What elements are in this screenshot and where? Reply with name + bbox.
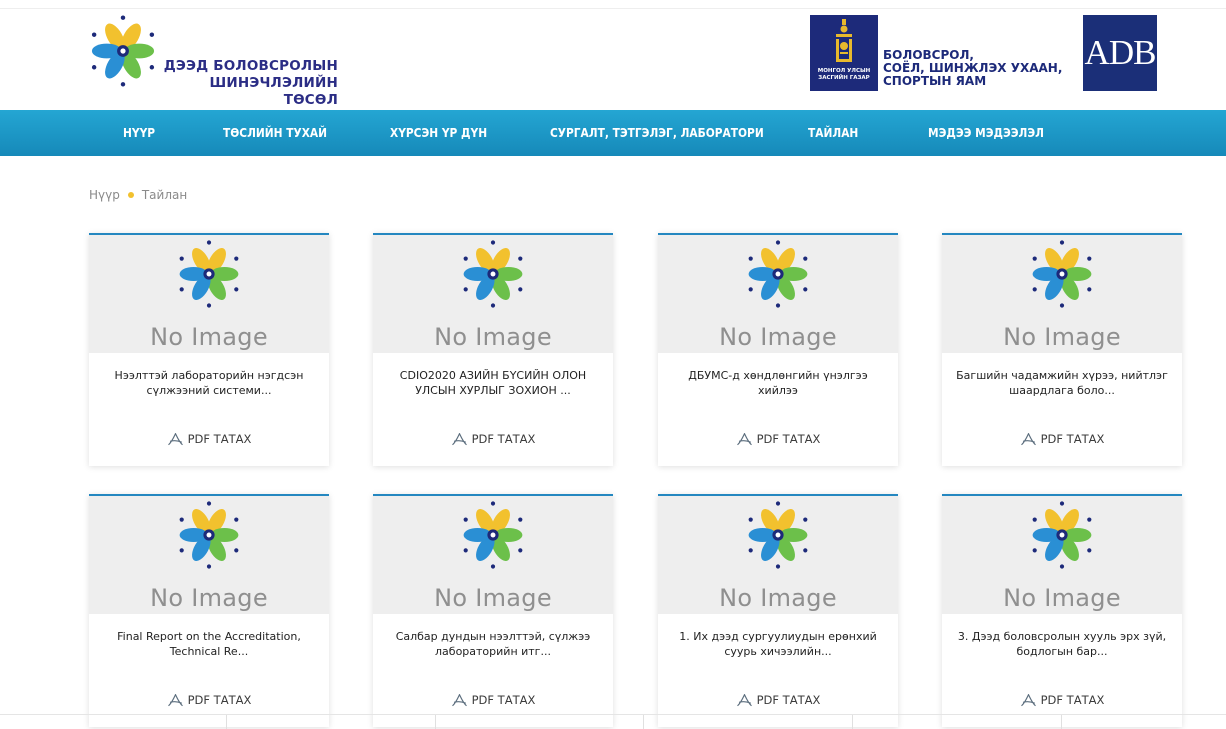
adb-logo[interactable]: ADB <box>1083 15 1157 91</box>
flower-placeholder-icon <box>179 501 239 569</box>
nav-item-training[interactable]: СУРГАЛТ, ТЭТГЭЛЭГ, ЛАБОРАТОРИ <box>550 110 764 156</box>
pdf-download-link[interactable]: PDF ТАТАХ <box>89 432 329 447</box>
card-thumbnail[interactable]: No Image <box>89 496 329 614</box>
report-card[interactable]: No Image CDIO2020 АЗИЙН БҮСИЙН ОЛОН УЛСЫ… <box>373 233 613 466</box>
government-caption-line2: ЗАСГИЙН ГАЗАР <box>818 75 870 81</box>
card-thumbnail[interactable]: No Image <box>89 235 329 353</box>
pdf-download-link[interactable]: PDF ТАТАХ <box>373 693 613 708</box>
no-image-label: No Image <box>434 584 552 612</box>
flower-placeholder-icon <box>1032 501 1092 569</box>
no-image-label: No Image <box>150 323 268 351</box>
nav-item-news[interactable]: МЭДЭЭ МЭДЭЭЛЭЛ <box>928 110 1044 156</box>
flower-placeholder-icon <box>748 501 808 569</box>
report-card[interactable]: No Image 1. Их дээд сургуулиудын ерөнхий… <box>658 494 898 727</box>
card-title[interactable]: Багшийн чадамжийн хүрээ, нийтлэг шаардла… <box>956 368 1168 402</box>
nav-item-results[interactable]: ХҮРСЭН ҮР ДҮН <box>390 110 487 156</box>
pdf-download-label: PDF ТАТАХ <box>471 432 536 446</box>
acrobat-pdf-icon <box>167 694 183 707</box>
acrobat-pdf-icon <box>167 433 183 446</box>
card-thumbnail[interactable]: No Image <box>373 496 613 614</box>
flower-placeholder-icon <box>463 501 523 569</box>
report-card[interactable]: No Image Нээлттэй лабораторийн нэгдсэн с… <box>89 233 329 466</box>
header-top-divider <box>0 8 1226 9</box>
breadcrumb: Нүүр Тайлан <box>89 188 187 202</box>
acrobat-pdf-icon <box>1020 433 1036 446</box>
footer-separator <box>852 715 853 729</box>
flower-placeholder-icon <box>748 240 808 308</box>
report-card[interactable]: No Image ДБУМС-д хөндлөнгийн үнэлгээ хий… <box>658 233 898 466</box>
acrobat-pdf-icon <box>1020 694 1036 707</box>
card-title[interactable]: Салбар дундын нээлттэй, сүлжээ лаборатор… <box>387 629 599 663</box>
breadcrumb-current: Тайлан <box>141 188 188 202</box>
flower-logo-icon[interactable] <box>86 14 160 88</box>
pdf-download-link[interactable]: PDF ТАТАХ <box>942 693 1182 708</box>
footer-separator <box>435 715 436 729</box>
no-image-label: No Image <box>150 584 268 612</box>
nav-item-reports[interactable]: ТАЙЛАН <box>808 110 858 156</box>
flower-placeholder-icon <box>463 240 523 308</box>
pdf-download-label: PDF ТАТАХ <box>1040 693 1105 707</box>
acrobat-pdf-icon <box>736 694 752 707</box>
soyombo-icon <box>836 19 852 62</box>
flower-placeholder-icon <box>179 240 239 308</box>
card-thumbnail[interactable]: No Image <box>942 235 1182 353</box>
nav-item-home[interactable]: НҮҮР <box>123 110 155 156</box>
card-thumbnail[interactable]: No Image <box>658 496 898 614</box>
acrobat-pdf-icon <box>736 433 752 446</box>
government-caption: МОНГОЛ УЛСЫН ЗАСГИЙН ГАЗАР <box>810 68 878 82</box>
project-name-line1: ДЭЭД БОЛОВСРОЛЫН <box>163 58 338 74</box>
pdf-download-link[interactable]: PDF ТАТАХ <box>658 693 898 708</box>
card-thumbnail[interactable]: No Image <box>658 235 898 353</box>
pdf-download-label: PDF ТАТАХ <box>187 693 252 707</box>
card-title[interactable]: Final Report on the Accreditation, Techn… <box>103 629 315 663</box>
report-card[interactable]: No Image 3. Дээд боловсролын хууль эрх з… <box>942 494 1182 727</box>
no-image-label: No Image <box>1003 323 1121 351</box>
no-image-label: No Image <box>719 584 837 612</box>
pdf-download-label: PDF ТАТАХ <box>756 693 821 707</box>
ministry-name[interactable]: БОЛОВСРОЛ, СОЁЛ, ШИНЖЛЭХ УХААН, СПОРТЫН … <box>883 49 1062 88</box>
card-title[interactable]: ДБУМС-д хөндлөнгийн үнэлгээ хийлээ <box>672 368 884 402</box>
ministry-name-line3: СПОРТЫН ЯАМ <box>883 74 987 88</box>
project-name[interactable]: ДЭЭД БОЛОВСРОЛЫН ШИНЭЧЛЭЛИЙН ТӨСӨЛ <box>160 58 338 109</box>
acrobat-pdf-icon <box>451 433 467 446</box>
card-thumbnail[interactable]: No Image <box>942 496 1182 614</box>
pdf-download-link[interactable]: PDF ТАТАХ <box>658 432 898 447</box>
card-title[interactable]: 1. Их дээд сургуулиудын ерөнхий суурь хи… <box>672 629 884 663</box>
report-card[interactable]: No Image Final Report on the Accreditati… <box>89 494 329 727</box>
main-navigation: НҮҮР ТӨСЛИЙН ТУХАЙ ХҮРСЭН ҮР ДҮН СУРГАЛТ… <box>0 110 1226 156</box>
footer-divider <box>0 714 1226 715</box>
nav-item-about[interactable]: ТӨСЛИЙН ТУХАЙ <box>223 110 327 156</box>
card-title[interactable]: CDIO2020 АЗИЙН БҮСИЙН ОЛОН УЛСЫН ХУРЛЫГ … <box>387 368 599 402</box>
breadcrumb-home[interactable]: Нүүр <box>89 188 120 202</box>
footer-separator <box>643 715 644 729</box>
government-emblem[interactable]: МОНГОЛ УЛСЫН ЗАСГИЙН ГАЗАР <box>810 15 878 91</box>
card-title[interactable]: Нээлттэй лабораторийн нэгдсэн сүлжээний … <box>103 368 315 402</box>
footer-separator <box>226 715 227 729</box>
pdf-download-link[interactable]: PDF ТАТАХ <box>373 432 613 447</box>
report-card[interactable]: No Image Багшийн чадамжийн хүрээ, нийтлэ… <box>942 233 1182 466</box>
acrobat-pdf-icon <box>451 694 467 707</box>
card-title[interactable]: 3. Дээд боловсролын хууль эрх зүй, бодло… <box>956 629 1168 663</box>
card-thumbnail[interactable]: No Image <box>373 235 613 353</box>
flower-placeholder-icon <box>1032 240 1092 308</box>
project-name-line2: ШИНЭЧЛЭЛИЙН ТӨСӨЛ <box>209 75 338 108</box>
pdf-download-label: PDF ТАТАХ <box>471 693 536 707</box>
pdf-download-label: PDF ТАТАХ <box>187 432 252 446</box>
no-image-label: No Image <box>719 323 837 351</box>
pdf-download-link[interactable]: PDF ТАТАХ <box>89 693 329 708</box>
pdf-download-link[interactable]: PDF ТАТАХ <box>942 432 1182 447</box>
footer-separator <box>1061 715 1062 729</box>
site-header: ДЭЭД БОЛОВСРОЛЫН ШИНЭЧЛЭЛИЙН ТӨСӨЛ МОНГО… <box>0 0 1226 110</box>
government-caption-line1: МОНГОЛ УЛСЫН <box>817 68 871 74</box>
no-image-label: No Image <box>1003 584 1121 612</box>
pdf-download-label: PDF ТАТАХ <box>1040 432 1105 446</box>
report-card[interactable]: No Image Салбар дундын нээлттэй, сүлжээ … <box>373 494 613 727</box>
pdf-download-label: PDF ТАТАХ <box>756 432 821 446</box>
no-image-label: No Image <box>434 323 552 351</box>
yellow-dot-icon <box>127 192 134 198</box>
